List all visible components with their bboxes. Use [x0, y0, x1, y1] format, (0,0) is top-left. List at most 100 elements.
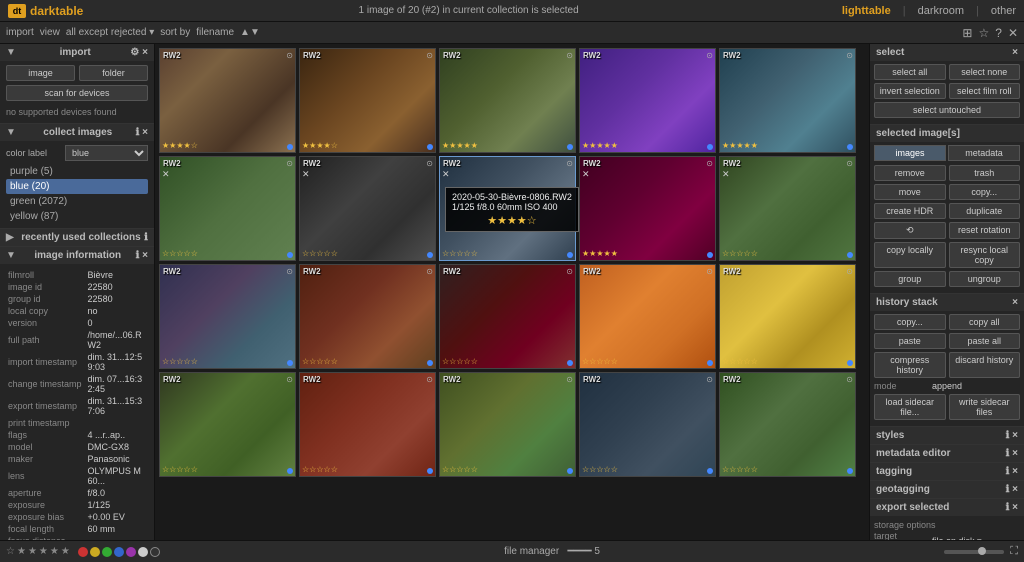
- metadata-editor-header[interactable]: metadata editor ℹ ×: [870, 445, 1024, 462]
- thumb-reject-icon[interactable]: ✕: [722, 169, 730, 180]
- image-thumb-12[interactable]: RW2⊙☆☆☆☆☆: [299, 264, 436, 369]
- thumb-rating[interactable]: ☆☆☆☆☆: [302, 465, 338, 474]
- select-untouched-btn[interactable]: select untouched: [874, 102, 1020, 118]
- grid-view-icon[interactable]: ⊞: [962, 26, 972, 40]
- thumb-rating[interactable]: ☆☆☆☆☆: [722, 249, 758, 258]
- image-thumb-9[interactable]: RW2✕⊙★★★★★: [579, 156, 716, 261]
- geotagging-header[interactable]: geotagging ℹ ×: [870, 481, 1024, 498]
- copy-btn[interactable]: copy...: [949, 184, 1021, 200]
- import-header[interactable]: ▼ import ⚙ ×: [0, 44, 154, 61]
- ungroup-btn[interactable]: ungroup: [949, 271, 1021, 287]
- load-sidecar-btn[interactable]: load sidecar file...: [874, 394, 946, 420]
- star-1[interactable]: ★: [17, 546, 26, 557]
- thumb-rating[interactable]: ★★★★★: [582, 141, 618, 150]
- recent-header[interactable]: ▶ recently used collections ℹ: [0, 229, 154, 246]
- darkroom-mode-btn[interactable]: darkroom: [918, 5, 964, 17]
- thumb-rating[interactable]: ☆☆☆☆☆: [302, 357, 338, 366]
- paste-all-btn[interactable]: paste all: [949, 333, 1021, 349]
- color-dot-blue[interactable]: [114, 547, 124, 557]
- history-stack-header[interactable]: history stack ×: [870, 294, 1024, 311]
- folder-btn[interactable]: folder: [79, 65, 148, 81]
- color-green[interactable]: green (2072): [6, 194, 148, 209]
- image-thumb-5[interactable]: RW2⊙★★★★★: [719, 48, 856, 153]
- color-yellow[interactable]: yellow (87): [6, 209, 148, 224]
- thumb-rating[interactable]: ☆☆☆☆☆: [442, 357, 478, 366]
- reset-btn[interactable]: ⟲: [874, 222, 946, 239]
- image-thumb-19[interactable]: RW2⊙☆☆☆☆☆: [579, 372, 716, 477]
- color-blue[interactable]: blue (20): [6, 179, 148, 194]
- images-tab[interactable]: images: [874, 145, 946, 161]
- group-btn[interactable]: group: [874, 271, 946, 287]
- thumb-rating[interactable]: ☆☆☆☆☆: [162, 249, 198, 258]
- thumb-reject-icon[interactable]: ✕: [582, 169, 590, 180]
- image-thumb-4[interactable]: RW2⊙★★★★★: [579, 48, 716, 153]
- zoom-slider[interactable]: [944, 550, 1004, 554]
- thumb-rating[interactable]: ☆☆☆☆☆: [302, 249, 338, 258]
- color-dot-green[interactable]: [102, 547, 112, 557]
- copy-locally-btn[interactable]: copy locally: [874, 242, 946, 268]
- thumb-rating[interactable]: ★★★★★: [722, 141, 758, 150]
- copy-history-btn[interactable]: copy...: [874, 314, 946, 330]
- thumb-reject-icon[interactable]: ✕: [442, 169, 450, 180]
- image-thumb-14[interactable]: RW2⊙☆☆☆☆☆: [579, 264, 716, 369]
- lighttable-mode-btn[interactable]: lighttable: [842, 5, 891, 17]
- write-sidecar-btn[interactable]: write sidecar files: [949, 394, 1021, 420]
- thumb-rating[interactable]: ☆☆☆☆☆: [442, 465, 478, 474]
- thumb-rating[interactable]: ★★★★☆: [302, 141, 338, 150]
- help-icon[interactable]: ?: [995, 26, 1002, 40]
- select-film-roll-btn[interactable]: select film roll: [949, 83, 1021, 99]
- image-thumb-20[interactable]: RW2⊙☆☆☆☆☆: [719, 372, 856, 477]
- thumb-rating[interactable]: ☆☆☆☆☆: [722, 357, 758, 366]
- metadata-tab[interactable]: metadata: [948, 145, 1020, 161]
- resync-local-copy-btn[interactable]: resync local copy: [949, 242, 1021, 268]
- color-dot-yellow[interactable]: [90, 547, 100, 557]
- copy-all-btn[interactable]: copy all: [949, 314, 1021, 330]
- thumb-rating[interactable]: ★★★★☆: [162, 141, 198, 150]
- color-purple[interactable]: purple (5): [6, 164, 148, 179]
- duplicate-btn[interactable]: duplicate: [949, 203, 1021, 219]
- image-thumb-11[interactable]: RW2⊙☆☆☆☆☆: [159, 264, 296, 369]
- other-mode-btn[interactable]: other: [991, 5, 1016, 17]
- tagging-header[interactable]: tagging ℹ ×: [870, 463, 1024, 480]
- thumb-rating[interactable]: ★★★★★: [582, 249, 618, 258]
- collect-header[interactable]: ▼ collect images ℹ ×: [0, 124, 154, 141]
- export-header[interactable]: export selected ℹ ×: [870, 499, 1024, 516]
- thumb-rating[interactable]: ☆☆☆☆☆: [722, 465, 758, 474]
- move-btn[interactable]: move: [874, 184, 946, 200]
- thumb-reject-icon[interactable]: ✕: [302, 169, 310, 180]
- fullscreen-icon[interactable]: ⛶: [1010, 545, 1018, 558]
- paste-btn[interactable]: paste: [874, 333, 946, 349]
- thumb-rating[interactable]: ★★★★★: [442, 141, 478, 150]
- image-thumb-7[interactable]: RW2✕⊙☆☆☆☆☆: [299, 156, 436, 261]
- trash-btn[interactable]: trash: [949, 165, 1021, 181]
- thumb-rating[interactable]: ☆☆☆☆☆: [162, 357, 198, 366]
- image-info-header[interactable]: ▼ image information ℹ ×: [0, 247, 154, 264]
- color-label-select[interactable]: blue: [65, 145, 148, 161]
- sort-select[interactable]: filename: [196, 27, 234, 38]
- discard-history-btn[interactable]: discard history: [949, 352, 1021, 378]
- image-thumb-13[interactable]: RW2⊙☆☆☆☆☆: [439, 264, 576, 369]
- thumb-rating[interactable]: ☆☆☆☆☆: [442, 249, 478, 258]
- color-dot-purple[interactable]: [126, 547, 136, 557]
- image-thumb-3[interactable]: RW2⊙★★★★★: [439, 48, 576, 153]
- thumb-rating[interactable]: ☆☆☆☆☆: [582, 465, 618, 474]
- invert-selection-btn[interactable]: invert selection: [874, 83, 946, 99]
- thumb-reject-icon[interactable]: ✕: [162, 169, 170, 180]
- image-btn[interactable]: image: [6, 65, 75, 81]
- image-thumb-17[interactable]: RW2⊙☆☆☆☆☆: [299, 372, 436, 477]
- image-thumb-1[interactable]: RW2⊙★★★★☆: [159, 48, 296, 153]
- color-dot-black[interactable]: [150, 547, 160, 557]
- thumb-rating[interactable]: ☆☆☆☆☆: [582, 357, 618, 366]
- star-0[interactable]: ☆: [6, 546, 15, 557]
- select-all-btn[interactable]: select all: [874, 64, 946, 80]
- create-hdr-btn[interactable]: create HDR: [874, 203, 946, 219]
- image-thumb-10[interactable]: RW2✕⊙☆☆☆☆☆: [719, 156, 856, 261]
- thumb-rating[interactable]: ☆☆☆☆☆: [162, 465, 198, 474]
- star-4[interactable]: ★: [50, 546, 59, 557]
- import-btn[interactable]: import: [6, 27, 34, 38]
- scan-btn[interactable]: scan for devices: [6, 85, 148, 101]
- styles-header[interactable]: styles ℹ ×: [870, 427, 1024, 444]
- star-icon[interactable]: ☆: [978, 26, 989, 40]
- image-thumb-8[interactable]: RW2✕⊙☆☆☆☆☆2020-05-30-Bièvre-0806.RW21/12…: [439, 156, 576, 261]
- image-thumb-16[interactable]: RW2⊙☆☆☆☆☆: [159, 372, 296, 477]
